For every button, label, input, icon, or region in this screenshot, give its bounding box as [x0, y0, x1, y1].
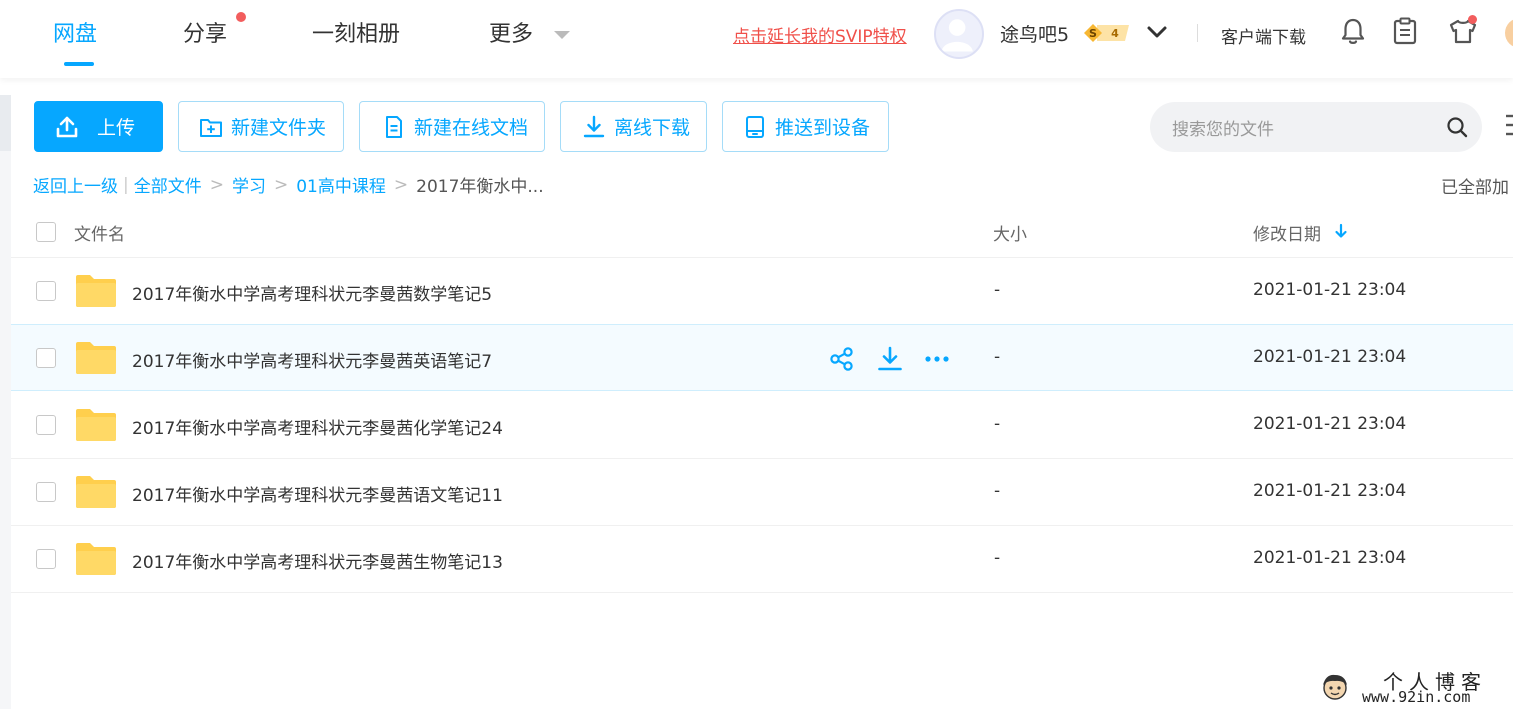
new-online-doc-label: 新建在线文档 — [414, 117, 529, 139]
watermark-url: www.92in.com — [1362, 688, 1471, 706]
file-modified-date: 2021-01-21 23:04 — [1253, 347, 1407, 367]
folder-icon — [76, 342, 116, 374]
file-size: - — [994, 481, 1001, 501]
load-status-text: 已全部加 — [1441, 178, 1509, 198]
breadcrumb-all-files[interactable]: 全部文件 — [134, 172, 202, 197]
push-to-device-label: 推送到设备 — [775, 117, 871, 139]
upload-icon — [56, 116, 78, 137]
svip-letter: S — [1089, 27, 1097, 40]
file-size: - — [994, 280, 1001, 300]
folder-icon — [76, 476, 116, 508]
more-options-icon[interactable] — [924, 346, 950, 372]
nav-tab-netdisk[interactable]: 网盘 — [53, 16, 97, 48]
breadcrumb-study[interactable]: 学习 — [232, 172, 266, 197]
file-table-header: 文件名 大小 修改日期 — [11, 206, 1513, 258]
new-online-doc-button[interactable]: 新建在线文档 — [359, 101, 545, 152]
file-modified-date: 2021-01-21 23:04 — [1253, 414, 1407, 434]
share-icon[interactable] — [829, 346, 855, 372]
push-to-device-button[interactable]: 推送到设备 — [722, 101, 889, 152]
search-icon[interactable] — [1446, 116, 1468, 138]
top-nav-bar: 网盘 分享 一刻相册 更多 点击延长我的SVIP特权 途鸟吧5 S 4 客户端下… — [0, 0, 1513, 78]
column-header-name[interactable]: 文件名 — [74, 220, 125, 245]
file-name[interactable]: 2017年衡水中学高考理科状元李曼茜语文笔记11 — [132, 481, 503, 506]
row-checkbox[interactable] — [36, 549, 56, 569]
svip-level-number: 4 — [1111, 27, 1119, 40]
folder-icon — [76, 543, 116, 575]
nav-tab-album[interactable]: 一刻相册 — [312, 16, 400, 48]
table-row[interactable]: 2017年衡水中学高考理科状元李曼茜数学笔记5 - 2021-01-21 23:… — [11, 258, 1513, 325]
file-name[interactable]: 2017年衡水中学高考理科状元李曼茜英语笔记7 — [132, 347, 492, 372]
file-size: - — [994, 548, 1001, 568]
file-modified-date: 2021-01-21 23:04 — [1253, 481, 1407, 501]
breadcrumb-separator-icon: > — [209, 174, 224, 195]
breadcrumb-separator-icon: > — [273, 174, 289, 195]
select-all-checkbox[interactable] — [36, 222, 56, 242]
file-modified-date: 2021-01-21 23:04 — [1253, 548, 1407, 568]
bell-icon[interactable] — [1339, 16, 1367, 46]
column-header-date[interactable]: 修改日期 — [1253, 220, 1321, 245]
device-icon — [746, 115, 764, 138]
upload-button[interactable]: 上传 — [34, 101, 163, 152]
table-row[interactable]: 2017年衡水中学高考理科状元李曼茜生物笔记13 - 2021-01-21 23… — [11, 526, 1513, 593]
nav-tab-share[interactable]: 分享 — [183, 16, 227, 48]
table-row[interactable]: 2017年衡水中学高考理科状元李曼茜化学笔记24 - 2021-01-21 23… — [11, 392, 1513, 459]
user-avatar[interactable] — [934, 9, 984, 59]
header-divider — [1197, 24, 1198, 42]
download-icon — [583, 115, 605, 137]
breadcrumb-divider: | — [123, 174, 129, 195]
offline-download-label: 离线下载 — [614, 117, 691, 139]
upload-label: 上传 — [97, 117, 136, 139]
username[interactable]: 途鸟吧5 — [1000, 20, 1069, 47]
search-input[interactable]: 搜索您的文件 — [1150, 102, 1482, 152]
nav-tab-more[interactable]: 更多 — [489, 16, 533, 48]
svip-renew-link[interactable]: 点击延长我的SVIP特权 — [733, 22, 907, 47]
table-row[interactable]: 2017年衡水中学高考理科状元李曼茜语文笔记11 - 2021-01-21 23… — [11, 459, 1513, 526]
folder-icon — [76, 275, 116, 307]
row-checkbox[interactable] — [36, 348, 56, 368]
list-view-icon[interactable] — [1503, 113, 1513, 137]
row-checkbox[interactable] — [36, 482, 56, 502]
row-download-icon[interactable] — [877, 346, 903, 372]
more-caret-icon[interactable] — [554, 31, 570, 39]
new-folder-label: 新建文件夹 — [231, 117, 327, 139]
row-checkbox[interactable] — [36, 281, 56, 301]
document-icon — [386, 115, 402, 138]
left-panel-edge — [0, 95, 11, 709]
clipboard-icon[interactable] — [1391, 16, 1419, 46]
file-name[interactable]: 2017年衡水中学高考理科状元李曼茜生物笔记13 — [132, 548, 503, 573]
breadcrumb-separator-icon: > — [393, 174, 409, 195]
watermark-face-icon — [1323, 674, 1347, 700]
new-folder-icon — [200, 118, 222, 137]
user-menu-chevron-icon[interactable] — [1146, 22, 1168, 42]
search-placeholder: 搜索您的文件 — [1172, 120, 1274, 140]
breadcrumb-highschool[interactable]: 01高中课程 — [296, 172, 386, 197]
new-folder-button[interactable]: 新建文件夹 — [178, 101, 344, 152]
column-header-size[interactable]: 大小 — [993, 220, 1027, 245]
edge-avatar-icon[interactable] — [1505, 18, 1513, 48]
share-notification-dot — [236, 12, 246, 22]
skin-notification-dot — [1468, 15, 1477, 24]
breadcrumb-back-link[interactable]: 返回上一级 — [33, 172, 118, 197]
left-panel-highlight — [0, 95, 11, 151]
sort-desc-arrow-icon[interactable] — [1334, 223, 1348, 239]
svip-level-badge[interactable]: S 4 — [1083, 23, 1133, 43]
table-row[interactable]: 2017年衡水中学高考理科状元李曼茜英语笔记7 - 2021-01-21 23:… — [11, 324, 1513, 391]
file-name[interactable]: 2017年衡水中学高考理科状元李曼茜数学笔记5 — [132, 280, 492, 305]
breadcrumb: 返回上一级 | 全部文件 > 学习 > 01高中课程 > 2017年衡水中... — [33, 172, 544, 198]
active-tab-indicator — [64, 62, 94, 66]
row-checkbox[interactable] — [36, 415, 56, 435]
offline-download-button[interactable]: 离线下载 — [560, 101, 707, 152]
file-size: - — [994, 347, 1001, 367]
breadcrumb-current: 2017年衡水中... — [416, 177, 544, 197]
file-modified-date: 2021-01-21 23:04 — [1253, 280, 1407, 300]
client-download-link[interactable]: 客户端下载 — [1221, 23, 1306, 48]
file-size: - — [994, 414, 1001, 434]
folder-icon — [76, 409, 116, 441]
file-name[interactable]: 2017年衡水中学高考理科状元李曼茜化学笔记24 — [132, 414, 503, 439]
